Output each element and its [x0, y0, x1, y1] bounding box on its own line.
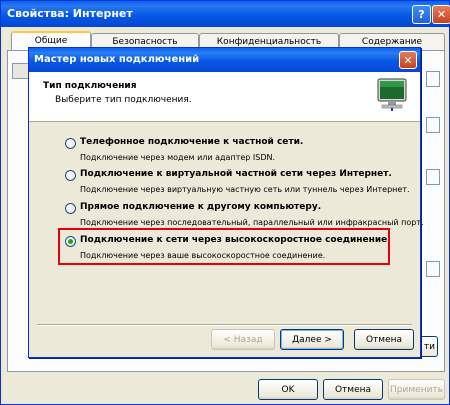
outer-window-title: Свойства: Интернет [7, 7, 133, 20]
apply-button[interactable]: Применить [388, 379, 445, 400]
page-fragment [426, 71, 440, 87]
option-label: Телефонное подключение к частной сети. [80, 137, 304, 147]
monitor-network-icon [377, 78, 407, 111]
wizard-body: Телефонное подключение к частной сети. П… [29, 123, 424, 323]
page-fragment [426, 261, 440, 277]
next-button[interactable]: Далее > [280, 329, 344, 350]
highlight-box [58, 228, 390, 265]
wizard-header-title: Тип подключения [43, 81, 137, 91]
wizard-header: Тип подключения Выберите тип подключения… [29, 72, 420, 122]
page-fragment [426, 117, 440, 133]
cancel-button[interactable]: Отмена [323, 379, 383, 400]
wizard-cancel-button[interactable]: Отмена [354, 329, 414, 350]
radio-dialup[interactable] [65, 138, 76, 149]
ok-button[interactable]: OK [258, 379, 318, 400]
option-label: Прямое подключение к другому компьютеру. [80, 202, 322, 212]
outer-title-bar[interactable]: Свойства: Интернет [1, 1, 449, 27]
new-connection-wizard: Мастер новых подключений ✕ Тип подключен… [28, 47, 424, 358]
page-fragment [426, 169, 440, 185]
help-icon[interactable]: ? [412, 5, 431, 24]
close-icon[interactable]: ✕ [399, 51, 417, 69]
option-description: Подключение через виртуальную частную се… [80, 185, 410, 194]
radio-direct[interactable] [65, 203, 76, 214]
option-description: Подключение через модем или адаптер ISDN… [80, 153, 276, 162]
option-description: Подключение через последовательный, пара… [80, 218, 424, 227]
option-label: Подключение к виртуальной частной сети ч… [80, 169, 392, 179]
wizard-separator [37, 324, 412, 326]
wizard-header-subtitle: Выберите тип подключения. [55, 95, 192, 105]
wizard-title-bar[interactable]: Мастер новых подключений [29, 48, 420, 72]
wizard-title: Мастер новых подключений [34, 54, 200, 65]
back-button[interactable]: < Назад [211, 329, 275, 350]
close-icon[interactable]: ✕ [432, 5, 450, 24]
radio-vpn[interactable] [65, 170, 76, 181]
